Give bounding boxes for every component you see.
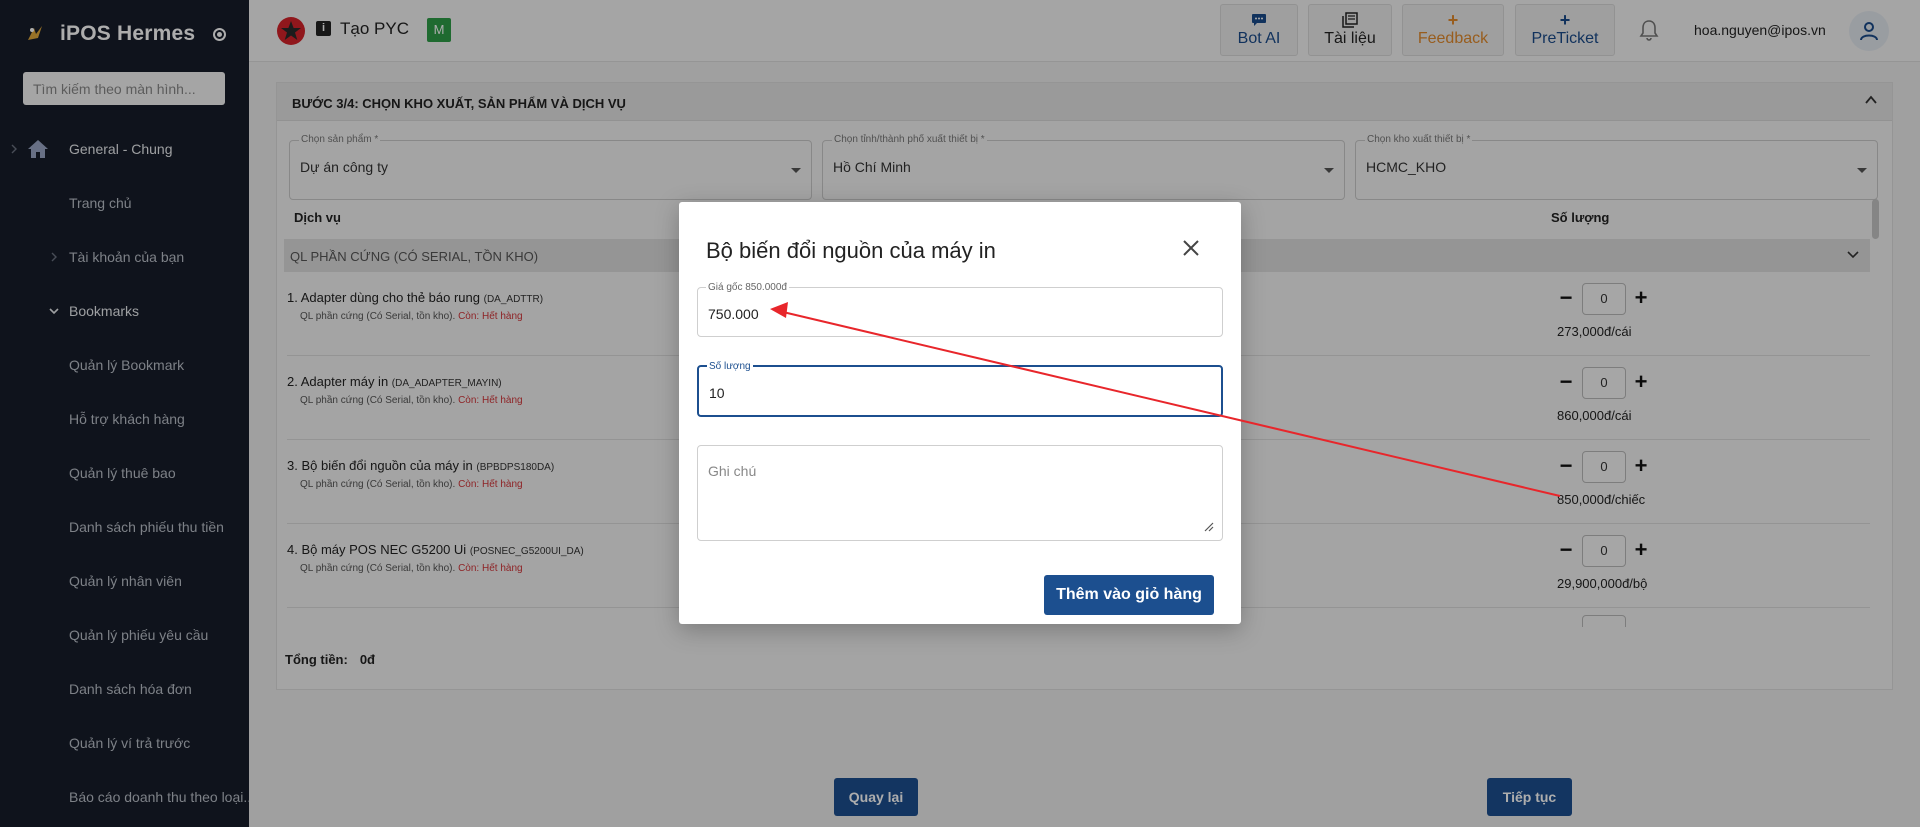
price-field[interactable]: Giá gốc 850.000đ 750.000 <box>697 282 1223 337</box>
note-field[interactable]: Ghi chú <box>697 445 1223 541</box>
resize-grip-icon[interactable] <box>1204 522 1214 532</box>
price-field-value: 750.000 <box>708 306 759 322</box>
note-placeholder: Ghi chú <box>708 463 757 479</box>
quantity-field-label: Số lượng <box>707 361 753 372</box>
quantity-field[interactable]: Số lượng 10 <box>697 361 1223 417</box>
close-icon[interactable] <box>1181 238 1201 258</box>
price-field-label: Giá gốc 850.000đ <box>706 282 789 293</box>
add-item-dialog: Bộ biến đổi nguồn của máy in Giá gốc 850… <box>679 202 1241 624</box>
add-to-cart-button[interactable]: Thêm vào giỏ hàng <box>1044 575 1214 615</box>
quantity-field-value: 10 <box>709 385 725 401</box>
dialog-title: Bộ biến đổi nguồn của máy in <box>706 238 996 263</box>
